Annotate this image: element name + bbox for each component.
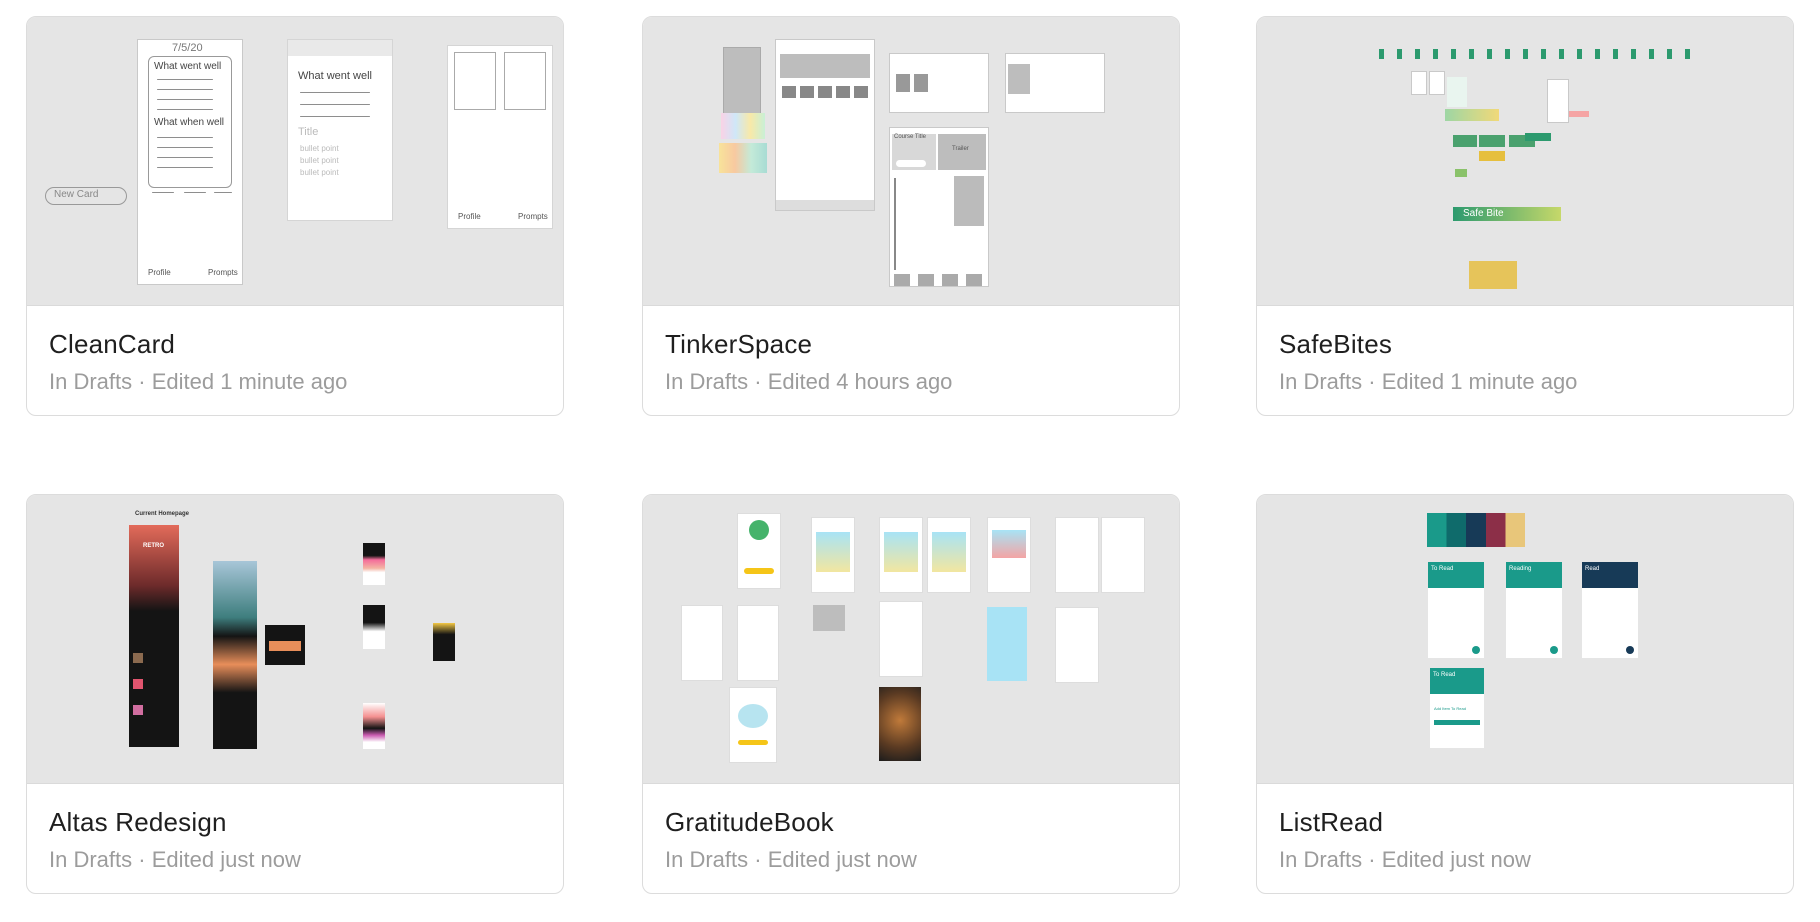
file-title: TinkerSpace — [665, 329, 813, 359]
altas-homepage-frame: RETRO — [129, 525, 179, 747]
listread-palette — [1427, 513, 1525, 547]
file-thumbnail: 7/5/20 What went well What when well Pro… — [27, 17, 563, 306]
file-title: ListRead — [1279, 807, 1384, 837]
file-thumbnail: Safe Bite — [1257, 17, 1793, 306]
file-title: Altas Redesign — [49, 807, 227, 837]
wireframe-course: Course Title Trailer — [889, 127, 989, 287]
wireframe-note: What went well Title bullet point bullet… — [287, 39, 393, 221]
file-thumbnail: To Read Reading Read To Read Add Item To… — [1257, 495, 1793, 784]
wireframe-board: Profile Prompts — [447, 45, 553, 229]
file-card-altas-redesign[interactable]: Current Homepage RETRO Altas Redesign In… — [26, 494, 564, 894]
file-thumbnail: Course Title Trailer — [643, 17, 1179, 306]
file-meta: In Drafts · Edited just now — [1279, 847, 1531, 872]
file-card-cleancard[interactable]: 7/5/20 What went well What when well Pro… — [26, 16, 564, 416]
file-thumbnail: Current Homepage RETRO — [27, 495, 563, 784]
new-card-pill: New Card — [45, 187, 127, 205]
file-card-listread[interactable]: To Read Reading Read To Read Add Item To… — [1256, 494, 1794, 894]
safebites-banner: Safe Bite — [1453, 207, 1561, 221]
file-card-safebites[interactable]: Safe Bite SafeBites In Drafts · Edited 1… — [1256, 16, 1794, 416]
file-meta: In Drafts · Edited just now — [665, 847, 917, 872]
wireframe-phone: 7/5/20 What went well What when well Pro… — [137, 39, 243, 285]
file-title: GratitudeBook — [665, 807, 834, 837]
wireframe-screen — [775, 39, 875, 211]
file-card-gratitudebook[interactable]: GratitudeBook In Drafts · Edited just no… — [642, 494, 1180, 894]
file-meta: In Drafts · Edited 4 hours ago — [665, 369, 953, 394]
file-title: CleanCard — [49, 329, 176, 359]
wireframe-card: What went well What when well — [148, 56, 232, 188]
file-title: SafeBites — [1279, 329, 1393, 359]
file-card-tinkerspace[interactable]: Course Title Trailer TinkerSpace In Draf… — [642, 16, 1180, 416]
file-meta: In Drafts · Edited 1 minute ago — [49, 369, 348, 394]
file-meta: In Drafts · Edited 1 minute ago — [1279, 369, 1578, 394]
file-thumbnail — [643, 495, 1179, 784]
file-meta: In Drafts · Edited just now — [49, 847, 301, 872]
